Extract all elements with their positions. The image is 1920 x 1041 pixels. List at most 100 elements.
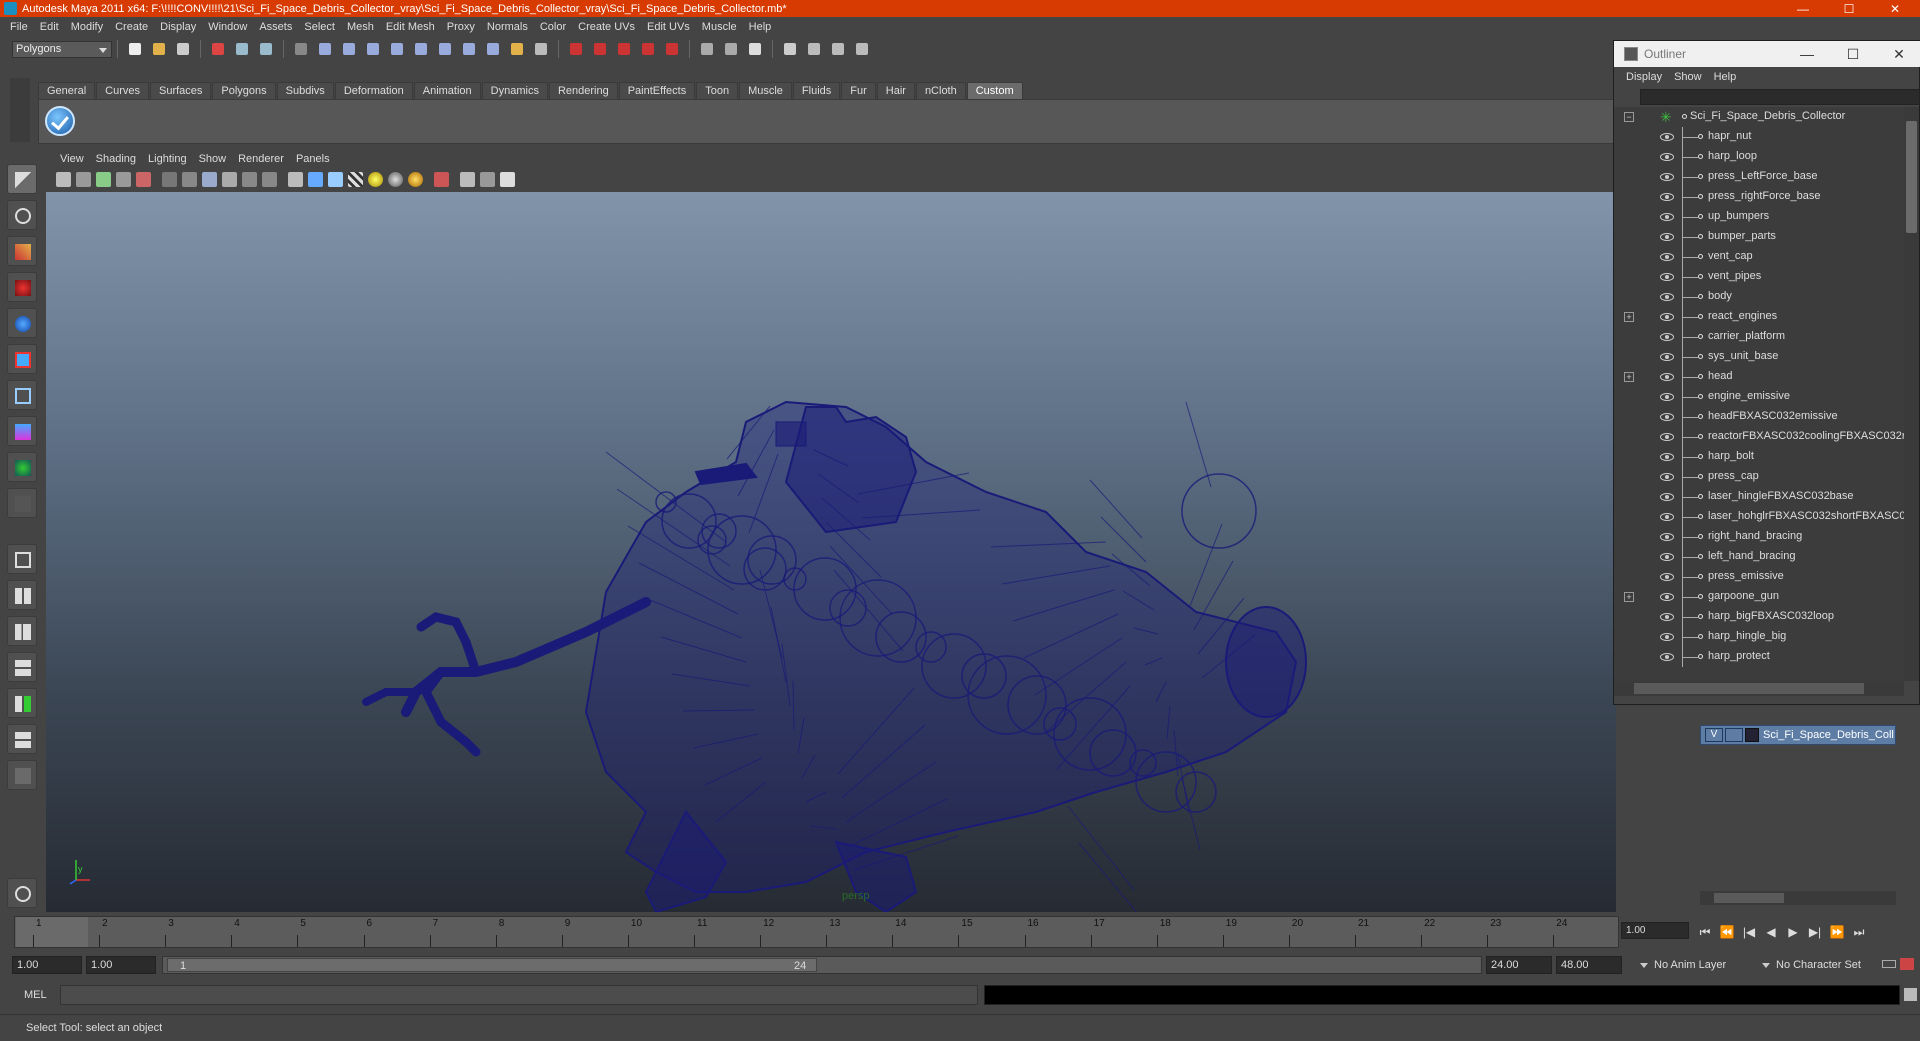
step-forward-frame-button[interactable]: ▶| xyxy=(1804,924,1826,940)
lock-selection-icon[interactable] xyxy=(507,39,527,59)
outliner-item[interactable]: sys_unit_base xyxy=(1614,347,1904,367)
snap-curve-icon[interactable] xyxy=(590,39,610,59)
single-perspective-layout-icon[interactable] xyxy=(7,544,37,574)
camera-attributes-icon[interactable] xyxy=(76,171,91,187)
shadows-icon[interactable] xyxy=(388,171,403,187)
shelf-tab-subdivs[interactable]: Subdivs xyxy=(276,82,334,99)
outliner-item[interactable]: + head xyxy=(1614,367,1904,387)
outliner-item[interactable]: headFBXASC032emissive xyxy=(1614,407,1904,427)
scrollbar-thumb[interactable] xyxy=(1634,683,1864,694)
outliner-item[interactable]: press_cap xyxy=(1614,467,1904,487)
outliner-item[interactable]: laser_hohglrFBXASC032shortFBXASC032 xyxy=(1614,507,1904,527)
snap-view-plane-icon[interactable] xyxy=(638,39,658,59)
save-scene-icon[interactable] xyxy=(173,39,193,59)
shelf-tab-rendering[interactable]: Rendering xyxy=(548,82,618,99)
xray-icon[interactable] xyxy=(460,171,475,187)
outliner-item[interactable]: harp_bolt xyxy=(1614,447,1904,467)
input-ops-icon[interactable] xyxy=(721,39,741,59)
outliner-menu-show[interactable]: Show xyxy=(1668,71,1708,83)
graph-editor-layout-icon[interactable] xyxy=(7,724,37,754)
paint-select-tool-icon[interactable] xyxy=(7,236,37,266)
bookmarks-icon[interactable] xyxy=(96,171,111,187)
shelf-tab-dynamics[interactable]: Dynamics xyxy=(481,82,548,99)
expand-icon[interactable]: + xyxy=(1624,372,1634,382)
layer-playback-toggle[interactable] xyxy=(1725,728,1743,742)
four-view-layout-icon[interactable] xyxy=(7,580,37,610)
outliner-item[interactable]: + garpoone_gun xyxy=(1614,587,1904,607)
shelf-tab-curves[interactable]: Curves xyxy=(96,82,149,99)
snap-grid-icon[interactable] xyxy=(566,39,586,59)
outliner-root-item[interactable]: − ✳ Sci_Fi_Space_Debris_Collector xyxy=(1614,107,1904,127)
layer-color-swatch[interactable] xyxy=(1745,728,1759,742)
resolution-gate-icon[interactable] xyxy=(202,171,217,187)
range-slider[interactable]: 1 24 xyxy=(162,956,1482,974)
scrollbar-thumb[interactable] xyxy=(1714,893,1784,903)
select-component-icon[interactable] xyxy=(256,39,276,59)
current-frame-field[interactable]: 1.00 xyxy=(1621,922,1689,939)
menu-assets[interactable]: Assets xyxy=(253,21,298,33)
show-hud-icon[interactable] xyxy=(500,171,515,187)
gate-mask-icon[interactable] xyxy=(222,171,237,187)
textured-icon[interactable] xyxy=(348,171,363,187)
outliner-minimize-button[interactable]: — xyxy=(1784,41,1830,67)
animation-end-field[interactable]: 48.00 xyxy=(1556,956,1622,974)
select-dynamics-icon[interactable] xyxy=(435,39,455,59)
character-set-dropdown[interactable]: No Character Set xyxy=(1762,956,1880,974)
isolate-select-icon[interactable] xyxy=(434,171,449,187)
layer-visibility-toggle[interactable]: V xyxy=(1705,728,1723,742)
outliner-item[interactable]: press_LeftForce_base xyxy=(1614,167,1904,187)
grid-icon[interactable] xyxy=(162,171,177,187)
outliner-item[interactable]: right_hand_bracing xyxy=(1614,527,1904,547)
snap-point-icon[interactable] xyxy=(614,39,634,59)
render-view-icon[interactable] xyxy=(780,39,800,59)
shelf-tab-fluids[interactable]: Fluids xyxy=(792,82,841,99)
viewport-menu-view[interactable]: View xyxy=(54,153,90,165)
outliner-item[interactable]: press_emissive xyxy=(1614,567,1904,587)
highlight-selection-icon[interactable] xyxy=(531,39,551,59)
pick-mask-icon[interactable] xyxy=(291,39,311,59)
checkmark-shelf-button-icon[interactable] xyxy=(45,106,75,136)
history-icon[interactable] xyxy=(697,39,717,59)
select-tool-icon[interactable] xyxy=(7,164,37,194)
outliner-item[interactable]: carrier_platform xyxy=(1614,327,1904,347)
select-deformers-icon[interactable] xyxy=(411,39,431,59)
outliner-item[interactable]: engine_emissive xyxy=(1614,387,1904,407)
anim-layer-dropdown[interactable]: No Anim Layer xyxy=(1640,956,1750,974)
film-gate-icon[interactable] xyxy=(182,171,197,187)
shelf-tab-ncloth[interactable]: nCloth xyxy=(915,82,966,99)
ipr-render-icon[interactable] xyxy=(828,39,848,59)
menu-normals[interactable]: Normals xyxy=(481,21,534,33)
shelf-tab-deformation[interactable]: Deformation xyxy=(334,82,413,99)
shelf-tab-fur[interactable]: Fur xyxy=(841,82,876,99)
persp-outliner-layout-icon[interactable] xyxy=(7,616,37,646)
lasso-tool-icon[interactable] xyxy=(7,200,37,230)
outliner-item[interactable]: body xyxy=(1614,287,1904,307)
select-curves-icon[interactable] xyxy=(363,39,383,59)
maximize-button[interactable]: ☐ xyxy=(1826,0,1872,17)
scale-tool-icon[interactable] xyxy=(7,344,37,374)
outliner-item[interactable]: laser_hingleFBXASC032base xyxy=(1614,487,1904,507)
select-rendering-icon[interactable] xyxy=(459,39,479,59)
perspective-viewport[interactable]: y persp xyxy=(46,192,1616,912)
menu-modify[interactable]: Modify xyxy=(65,21,109,33)
outliner-item[interactable]: bumper_parts xyxy=(1614,227,1904,247)
menu-edit[interactable]: Edit xyxy=(34,21,65,33)
script-editor-icon[interactable] xyxy=(1904,988,1917,1001)
go-to-end-button[interactable]: ⏭ xyxy=(1848,924,1870,940)
new-scene-icon[interactable] xyxy=(125,39,145,59)
script-language-label[interactable]: MEL xyxy=(24,989,47,1001)
collapse-icon[interactable]: − xyxy=(1624,112,1634,122)
outliner-item[interactable]: left_hand_bracing xyxy=(1614,547,1904,567)
render-settings-icon[interactable] xyxy=(852,39,872,59)
outliner-item[interactable]: press_rightForce_base xyxy=(1614,187,1904,207)
menu-proxy[interactable]: Proxy xyxy=(441,21,481,33)
close-button[interactable]: ✕ xyxy=(1872,0,1918,17)
select-camera-icon[interactable] xyxy=(56,171,71,187)
shelf-tab-muscle[interactable]: Muscle xyxy=(739,82,792,99)
last-tool-icon[interactable] xyxy=(7,488,37,518)
outliner-item[interactable]: reactorFBXASC032coolingFBXASC032rot xyxy=(1614,427,1904,447)
shelf-tab-polygons[interactable]: Polygons xyxy=(212,82,276,99)
universal-manipulator-icon[interactable] xyxy=(7,380,37,410)
viewport-menu-panels[interactable]: Panels xyxy=(290,153,336,165)
outliner-item[interactable]: harp_hingle_big xyxy=(1614,627,1904,647)
